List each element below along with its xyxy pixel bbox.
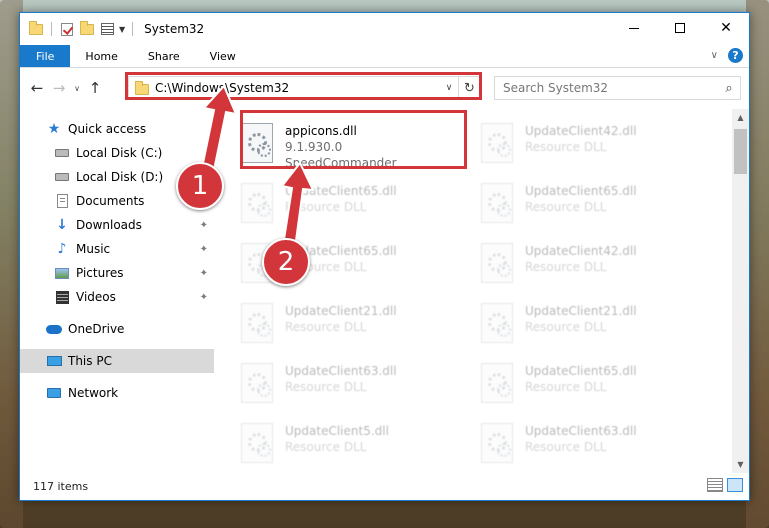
annotation-arrows (200, 84, 315, 250)
arrow-2 (280, 161, 315, 250)
step-marker-1: 1 (176, 162, 224, 210)
step-marker-2: 2 (262, 238, 310, 286)
arrow-1 (200, 84, 238, 172)
